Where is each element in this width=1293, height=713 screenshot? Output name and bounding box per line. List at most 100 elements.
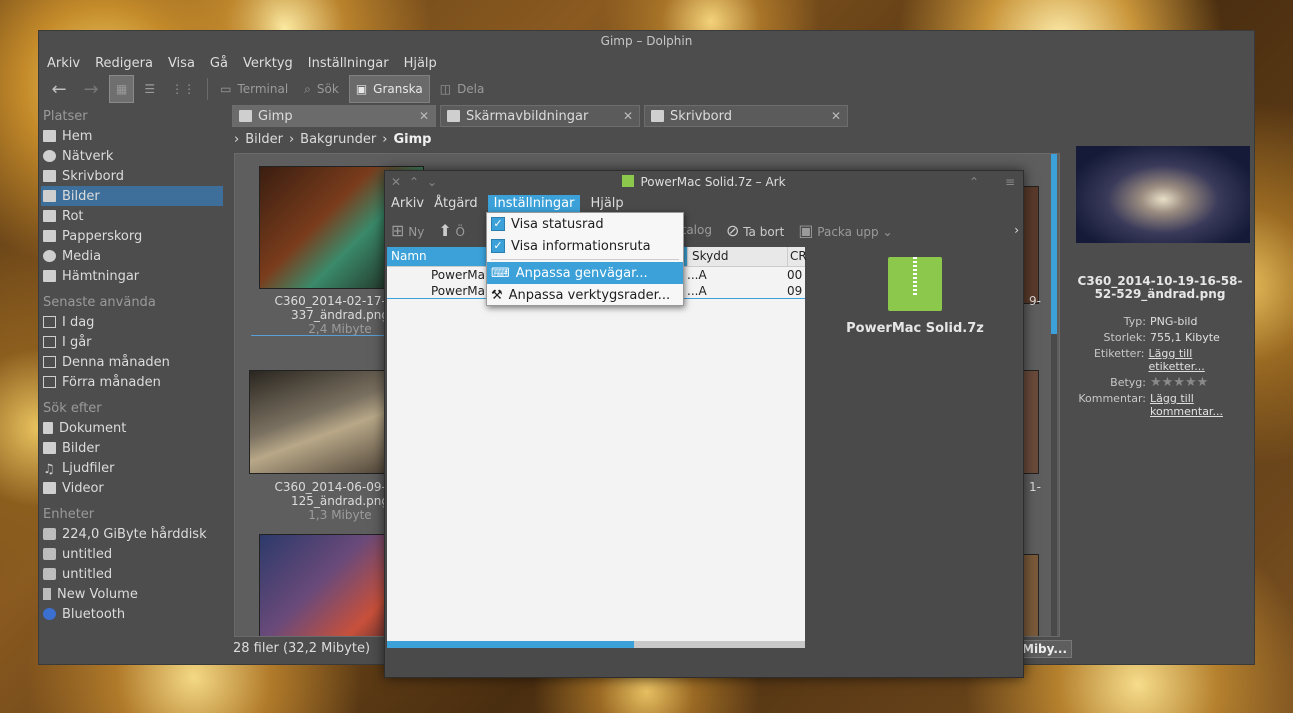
menu-installningar[interactable]: Inställningar [308, 56, 389, 71]
sidebar-item-yesterday[interactable]: I går [39, 332, 229, 352]
devices-heading: Enheter [43, 507, 95, 522]
archive-file-list[interactable]: Namn Skydd CR PowerMa ...A 00 PowerMa ...A 0… [387, 247, 807, 647]
progress-fill [387, 641, 634, 648]
icons-view-button[interactable]: ▦ [109, 75, 135, 103]
add-tags-link[interactable]: Lägg till etiketter... [1148, 347, 1250, 373]
menu-visa[interactable]: Visa [168, 56, 195, 71]
sidebar-item-papperskorg[interactable]: Papperskorg [39, 226, 229, 246]
calendar-icon [43, 316, 56, 328]
dropdown-arrow-icon: ⌄ [882, 224, 893, 239]
thumbnail-4[interactable] [1023, 186, 1039, 304]
close-icon[interactable]: ✕ [391, 171, 401, 193]
tab-gimp[interactable]: Gimp ✕ [232, 105, 436, 127]
ark-menu-arkiv[interactable]: Arkiv [391, 196, 424, 211]
close-icon[interactable]: ✕ [623, 109, 633, 123]
folder-icon [43, 270, 56, 282]
sidebar-item-harddisk[interactable]: 224,0 GiByte hårddisk [39, 524, 229, 544]
tab-skarmavbildningar[interactable]: Skärmavbildningar ✕ [440, 105, 640, 127]
more-icon[interactable]: › [1014, 223, 1019, 237]
open-button[interactable]: ⬆ Ö [438, 221, 465, 240]
sidebar-item-hem[interactable]: Hem [39, 126, 229, 146]
sidebar-item-last-month[interactable]: Förra månaden [39, 372, 229, 392]
sidebar-item-new-volume[interactable]: New Volume [39, 584, 229, 604]
tab-bar: Gimp ✕ Skärmavbildningar ✕ Skrivbord ✕ [232, 105, 848, 127]
rating-stars[interactable]: ★★★★★ [1150, 376, 1208, 389]
extract-button[interactable]: ▣ Packa upp ⌄ [798, 221, 892, 240]
col-protection[interactable]: Skydd [687, 247, 787, 266]
menu-redigera[interactable]: Redigera [95, 56, 153, 71]
back-arrow-icon[interactable]: ← [45, 79, 73, 100]
chevron-up-icon[interactable]: ⌃ [409, 171, 419, 193]
sidebar-item-skrivbord[interactable]: Skrivbord [39, 166, 229, 186]
checkbox-checked-icon[interactable]: ✓ [491, 217, 505, 231]
sidebar-item-media[interactable]: Media [39, 246, 229, 266]
delete-button[interactable]: ⊘ Ta bort [726, 221, 784, 240]
keep-above-icon[interactable]: ⌃ [969, 171, 979, 193]
ark-menu-atgard[interactable]: Åtgärd [434, 196, 478, 211]
breadcrumb-gimp[interactable]: Gimp [393, 132, 431, 147]
details-view-button[interactable]: ☰ [138, 75, 161, 103]
window-menu-icon[interactable]: ≡ [1005, 171, 1015, 193]
scrollbar-thumb[interactable] [1051, 154, 1057, 334]
close-icon[interactable]: ✕ [419, 109, 429, 123]
menu-item-configure-shortcuts[interactable]: ⌨ Anpassa genvägar... [487, 262, 683, 284]
ark-menu-installningar[interactable]: Inställningar [487, 195, 581, 212]
columns-view-button[interactable]: ⋮⋮ [165, 75, 201, 103]
sidebar-item-rot[interactable]: Rot [39, 206, 229, 226]
sidebar-item-untitled-2[interactable]: untitled [39, 564, 229, 584]
video-icon [43, 482, 56, 494]
places-panel: Platser Hem Nätverk Skrivbord Bilder Rot… [39, 106, 229, 624]
image-icon [43, 442, 56, 454]
document-icon [43, 422, 53, 434]
sidebar-item-untitled-1[interactable]: untitled [39, 544, 229, 564]
info-filename: C360_2014-10-19-16-58-52-529_ändrad.png [1077, 274, 1243, 301]
archive-icon [622, 175, 635, 187]
folder-icon [447, 110, 460, 122]
menu-verktyg[interactable]: Verktyg [243, 56, 293, 71]
menu-item-show-infopanel[interactable]: ✓ Visa informationsruta [487, 235, 683, 257]
ark-toolbar: ⊞ Ny ⬆ Ö till katalog ⊘ Ta bort ▣ Packa … [385, 214, 1023, 246]
new-button[interactable]: ⊞ Ny [391, 221, 424, 240]
add-comment-link[interactable]: Lägg till kommentar... [1150, 392, 1230, 418]
tools-icon: ⚒ [491, 287, 503, 303]
checkbox-checked-icon[interactable]: ✓ [491, 239, 505, 253]
bluetooth-icon [43, 608, 56, 620]
tab-skrivbord[interactable]: Skrivbord ✕ [644, 105, 848, 127]
preview-button[interactable]: ▣ Granska [348, 75, 430, 103]
breadcrumb-bakgrunder[interactable]: Bakgrunder [300, 132, 376, 147]
menu-item-show-statusbar[interactable]: ✓ Visa statusrad [487, 213, 683, 235]
toolbar: ← → ▦ ☰ ⋮⋮ ▭ Terminal ⌕ Sök ▣ Granska ◫ Dela [39, 74, 1254, 104]
sidebar-item-hamtningar[interactable]: Hämtningar [39, 266, 229, 286]
close-icon[interactable]: ✕ [831, 109, 841, 123]
drive-icon [43, 568, 56, 580]
menu-item-configure-toolbars[interactable]: ⚒ Anpassa verktygsrader... [487, 284, 683, 306]
scrollbar[interactable] [1051, 154, 1057, 636]
thumbnail-5[interactable] [1023, 370, 1039, 474]
forward-arrow-icon[interactable]: → [77, 79, 105, 100]
sidebar-item-today[interactable]: I dag [39, 312, 229, 332]
menu-arkiv[interactable]: Arkiv [47, 56, 80, 71]
sidebar-item-audio[interactable]: ♫ Ljudfiler [39, 458, 229, 478]
menu-hjalp[interactable]: Hjälp [404, 56, 437, 71]
recent-heading: Senaste använda [43, 295, 156, 310]
menu-ga[interactable]: Gå [210, 56, 228, 71]
sidebar-item-bilder[interactable]: Bilder [41, 186, 223, 206]
ark-menu-hjalp[interactable]: Hjälp [590, 196, 623, 211]
thumbnail-6[interactable] [1023, 554, 1039, 636]
calendar-grid-icon [43, 376, 56, 388]
chevron-down-icon[interactable]: ⌄ [427, 171, 437, 193]
sidebar-item-documents[interactable]: Dokument [39, 418, 229, 438]
search-button[interactable]: ⌕ Sök [298, 75, 345, 103]
breadcrumb-chevron-icon: › [234, 132, 240, 147]
archive-info: PowerMac Solid.7z [815, 247, 1015, 336]
info-comment: Kommentar: Lägg till kommentar... [1070, 392, 1250, 418]
sidebar-item-this-month[interactable]: Denna månaden [39, 352, 229, 372]
breadcrumb-bilder[interactable]: Bilder [245, 132, 283, 147]
sidebar-item-natverk[interactable]: Nätverk [39, 146, 229, 166]
sidebar-item-bluetooth[interactable]: Bluetooth [39, 604, 229, 624]
sidebar-item-videos[interactable]: Videor [39, 478, 229, 498]
col-crc[interactable]: CR [787, 247, 807, 266]
split-button[interactable]: ◫ Dela [434, 75, 491, 103]
sidebar-item-images[interactable]: Bilder [39, 438, 229, 458]
terminal-button[interactable]: ▭ Terminal [214, 75, 294, 103]
